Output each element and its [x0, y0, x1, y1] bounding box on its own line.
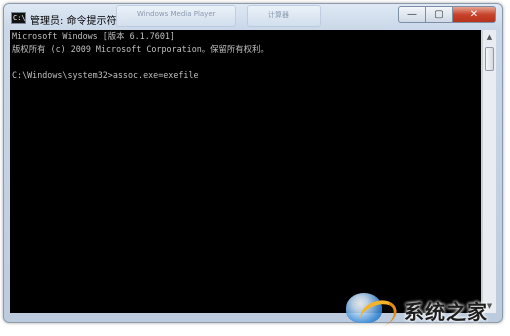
console-output[interactable]: Microsoft Windows [版本 6.1.7601] 版权所有 (c)… — [10, 30, 481, 313]
close-button[interactable]: ✕ — [452, 6, 496, 23]
minimize-button[interactable]: — — [398, 6, 425, 23]
scroll-up-arrow-icon[interactable]: ▲ — [483, 30, 496, 44]
background-tab-media-player: Windows Media Player — [116, 5, 236, 27]
maximize-button[interactable]: ▢ — [425, 6, 452, 23]
background-tab-label: Windows Media Player — [137, 10, 216, 18]
scrollbar-thumb[interactable] — [485, 47, 494, 71]
site-watermark: 系统之家 — [342, 288, 510, 333]
vertical-scrollbar[interactable]: ▲ ▼ — [482, 30, 496, 313]
console-command-line: C:\Windows\system32>assoc.exe=exefile — [12, 70, 199, 80]
background-tab-calculator: 计算器 — [247, 5, 321, 27]
watermark-text: 系统之家 — [404, 299, 488, 324]
console-line: 版权所有 (c) 2009 Microsoft Corporation。保留所有… — [12, 44, 269, 54]
cmd-app-icon[interactable]: C:\ — [11, 12, 26, 24]
console-line: Microsoft Windows [版本 6.1.7601] — [12, 31, 175, 41]
caption-buttons: — ▢ ✕ — [398, 6, 496, 23]
window-title: 管理员: 命令提示符 — [30, 16, 117, 27]
watermark-logo-icon — [342, 289, 401, 333]
background-tab-label: 计算器 — [268, 11, 289, 19]
cmd-window: Windows Media Player 计算器 C:\ 管理员: 命令提示符 … — [3, 3, 503, 323]
